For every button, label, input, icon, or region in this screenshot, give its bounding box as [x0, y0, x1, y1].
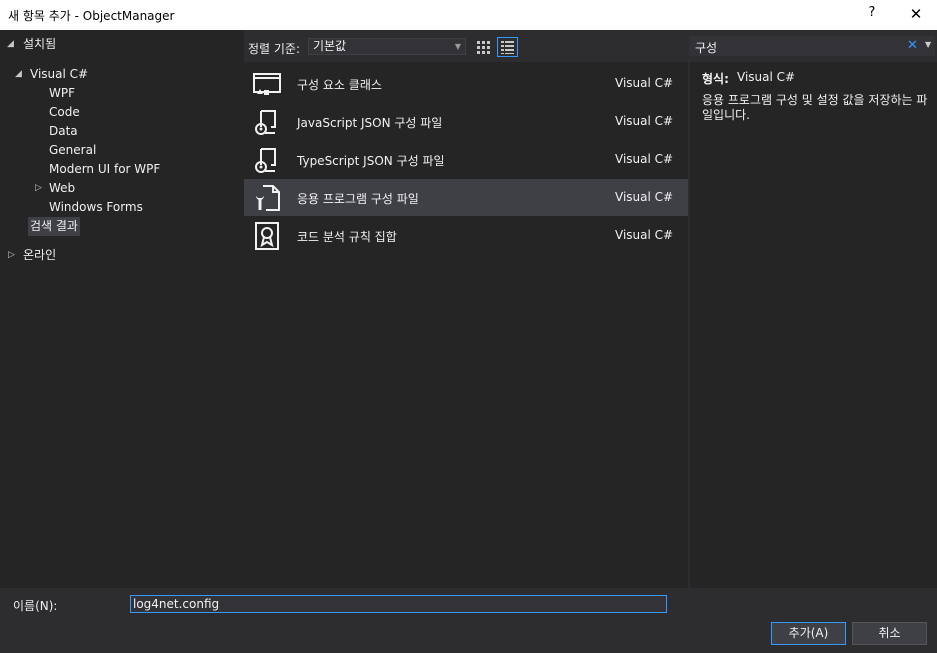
cancel-button[interactable]: 취소 [852, 622, 927, 645]
tree-item-code[interactable]: Code [0, 103, 244, 122]
list-view-button[interactable] [497, 37, 518, 57]
tree-item-web[interactable]: ▷ Web [0, 179, 244, 198]
title-bar: 새 항목 추가 - ObjectManager ? ✕ [0, 0, 937, 30]
sort-dropdown[interactable]: 기본값 ▼ [308, 38, 466, 55]
json-config-icon [255, 110, 276, 135]
sort-label: 정렬 기준: [248, 42, 301, 56]
tree-item-windows-forms[interactable]: Windows Forms [0, 198, 244, 217]
template-item-component-class[interactable]: 구성 요소 클래스 Visual C# [244, 65, 688, 102]
small-icons-view-button[interactable] [473, 37, 494, 57]
collapsed-arrow-icon[interactable]: ▷ [8, 246, 18, 265]
type-label: 형식: [702, 72, 729, 86]
name-input[interactable] [130, 595, 667, 613]
list-view-icon [501, 41, 514, 54]
template-item-typescript-json[interactable]: TypeScript JSON 구성 파일 Visual C# [244, 141, 688, 178]
search-input[interactable]: 구성 ✕ ▼ [689, 36, 935, 56]
template-tree: ◢ 설치됨 ◢ Visual C# WPF Code Data General … [0, 30, 244, 588]
tree-item-visual-csharp[interactable]: ◢ Visual C# [0, 65, 244, 84]
component-class-icon [253, 73, 281, 95]
template-item-ruleset[interactable]: 코드 분석 규칙 집합 Visual C# [244, 217, 688, 254]
close-button[interactable]: ✕ [905, 5, 927, 25]
type-value: Visual C# [737, 70, 796, 84]
ruleset-icon [255, 222, 279, 250]
sort-toolbar: 정렬 기준: 기본값 ▼ [244, 30, 688, 62]
tree-item-modern-ui[interactable]: Modern UI for WPF [0, 160, 244, 179]
json-config-icon [255, 148, 276, 173]
chevron-down-icon[interactable]: ▼ [925, 40, 931, 49]
expanded-arrow-icon[interactable]: ◢ [7, 35, 17, 54]
clear-search-icon[interactable]: ✕ [907, 38, 918, 53]
name-label: 이름(N): [13, 599, 58, 613]
template-item-app-config[interactable]: 응용 프로그램 구성 파일 Visual C# [244, 179, 688, 216]
app-config-icon [256, 185, 280, 211]
window-title: 새 항목 추가 - ObjectManager [8, 9, 175, 23]
tree-item-general[interactable]: General [0, 141, 244, 160]
tree-item-data[interactable]: Data [0, 122, 244, 141]
tree-item-wpf[interactable]: WPF [0, 84, 244, 103]
help-button[interactable]: ? [862, 5, 882, 25]
template-list: 구성 요소 클래스 Visual C# JavaScript JSON 구성 파… [244, 62, 688, 588]
grid-view-icon [477, 41, 490, 54]
tree-item-online[interactable]: ▷ 온라인 [0, 246, 244, 265]
tree-item-installed[interactable]: ◢ 설치됨 [0, 35, 244, 54]
expanded-arrow-icon[interactable]: ◢ [15, 65, 25, 84]
description: 응용 프로그램 구성 및 설정 값을 저장하는 파일입니다. [702, 93, 928, 122]
collapsed-arrow-icon[interactable]: ▷ [35, 179, 45, 198]
search-area: 구성 ✕ ▼ [688, 30, 937, 62]
bottom-bar: 이름(N): 추가(A) 취소 [0, 588, 937, 653]
chevron-down-icon: ▼ [454, 42, 461, 51]
add-button[interactable]: 추가(A) [771, 622, 846, 645]
template-item-javascript-json[interactable]: JavaScript JSON 구성 파일 Visual C# [244, 103, 688, 140]
tree-item-search-results[interactable]: 검색 결과 [0, 217, 244, 236]
details-pane: 형식: Visual C# 응용 프로그램 구성 및 설정 값을 저장하는 파일… [690, 62, 937, 588]
